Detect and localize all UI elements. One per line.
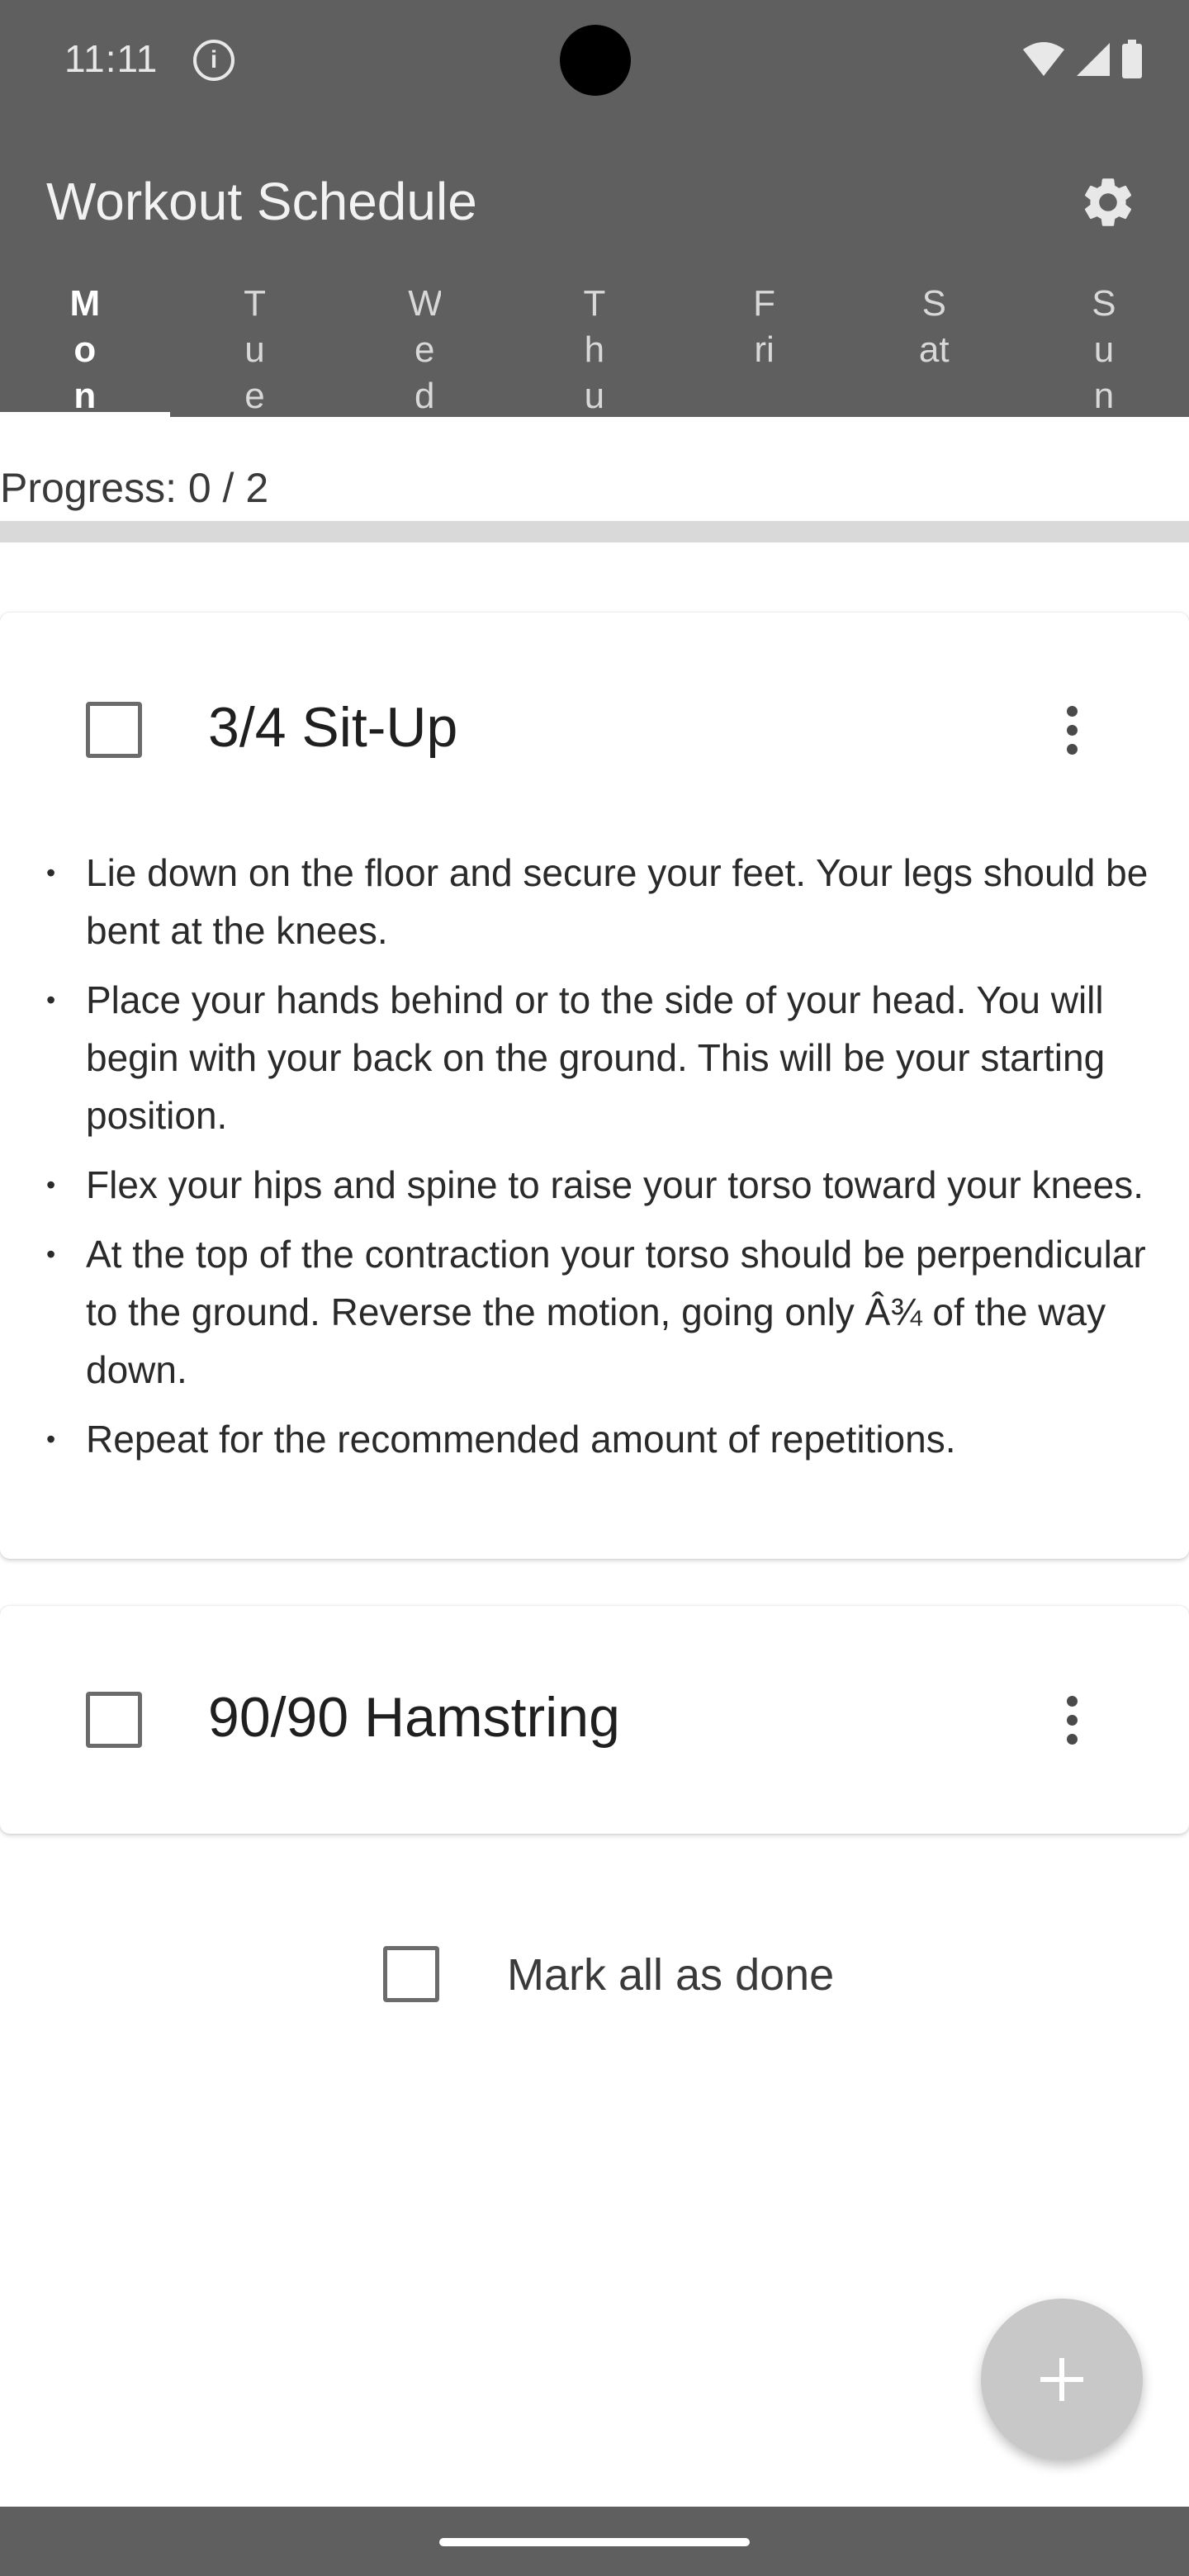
list-item: Place your hands behind or to the side o… (0, 971, 1189, 1144)
mark-all-row[interactable]: Mark all as done (383, 1946, 961, 2005)
more-vert-icon-dot (1066, 1714, 1078, 1726)
wifi-icon (1023, 42, 1064, 76)
tab-tue[interactable]: Tue (170, 281, 340, 417)
navigation-bar (0, 2507, 1189, 2576)
tab-label: Wed (408, 283, 442, 416)
exercise-checkbox[interactable] (86, 1692, 142, 1748)
app-bar: Workout Schedule Mon Tue Wed Thu Fri Sat… (0, 120, 1189, 417)
exercise-title: 90/90 Hamstring (208, 1686, 620, 1749)
exercise-checkbox[interactable] (86, 702, 142, 758)
list-item: At the top of the contraction your torso… (0, 1225, 1189, 1399)
screen: 11:11 i Workout Schedule Mon Tue Wed Thu… (0, 0, 1189, 2576)
tab-label: Sat (918, 283, 950, 370)
more-options-button[interactable] (1045, 1685, 1098, 1754)
tab-mon[interactable]: Mon (0, 281, 170, 417)
plus-icon (1040, 2358, 1083, 2401)
exercise-card: 90/90 Hamstring (0, 1606, 1189, 1834)
add-exercise-button[interactable] (981, 2299, 1143, 2460)
more-options-button[interactable] (1045, 695, 1098, 765)
mark-all-checkbox[interactable] (383, 1946, 439, 2002)
tab-label: Tue (244, 283, 266, 416)
tab-wed[interactable]: Wed (339, 281, 509, 417)
more-vert-icon (1066, 1695, 1078, 1707)
exercise-steps: Lie down on the floor and secure your fe… (0, 844, 1189, 1480)
tab-thu[interactable]: Thu (509, 281, 680, 417)
tab-label: Thu (583, 283, 606, 416)
mark-all-label: Mark all as done (507, 1950, 835, 2000)
exercise-card: 3/4 Sit-Up Lie down on the floor and sec… (0, 613, 1189, 1559)
progress-bar (0, 521, 1189, 542)
status-icons (1022, 38, 1143, 81)
list-item: Lie down on the floor and secure your fe… (0, 844, 1189, 959)
settings-button[interactable] (1072, 166, 1144, 239)
tab-sun[interactable]: Sun (1019, 281, 1189, 417)
battery-icon (1122, 40, 1142, 78)
signal-icon (1077, 43, 1110, 76)
list-item: Repeat for the recommended amount of rep… (0, 1410, 1189, 1468)
tab-sat[interactable]: Sat (849, 281, 1019, 417)
tab-label: Fri (753, 283, 776, 370)
list-item: Flex your hips and spine to raise your t… (0, 1156, 1189, 1214)
page-title: Workout Schedule (46, 172, 477, 231)
more-vert-icon-dot (1066, 724, 1078, 736)
day-tabs: Mon Tue Wed Thu Fri Sat Sun (0, 281, 1189, 417)
info-icon: i (193, 40, 234, 81)
home-handle[interactable] (439, 2538, 750, 2546)
more-vert-icon-dot (1066, 1733, 1078, 1745)
tab-label: Mon (69, 283, 101, 416)
exercise-title: 3/4 Sit-Up (208, 696, 458, 759)
progress-label: Progress: 0 / 2 (0, 465, 269, 511)
more-vert-icon-dot (1066, 743, 1078, 755)
gear-icon (1084, 178, 1132, 226)
exercise-card-header[interactable]: 90/90 Hamstring (0, 1606, 1189, 1834)
camera-cutout (560, 25, 631, 96)
status-time: 11:11 (64, 37, 159, 80)
tab-fri[interactable]: Fri (680, 281, 850, 417)
tab-label: Sun (1092, 283, 1116, 416)
more-vert-icon (1066, 705, 1078, 717)
status-bar: 11:11 i (0, 0, 1189, 120)
exercise-card-header[interactable]: 3/4 Sit-Up (0, 613, 1189, 844)
